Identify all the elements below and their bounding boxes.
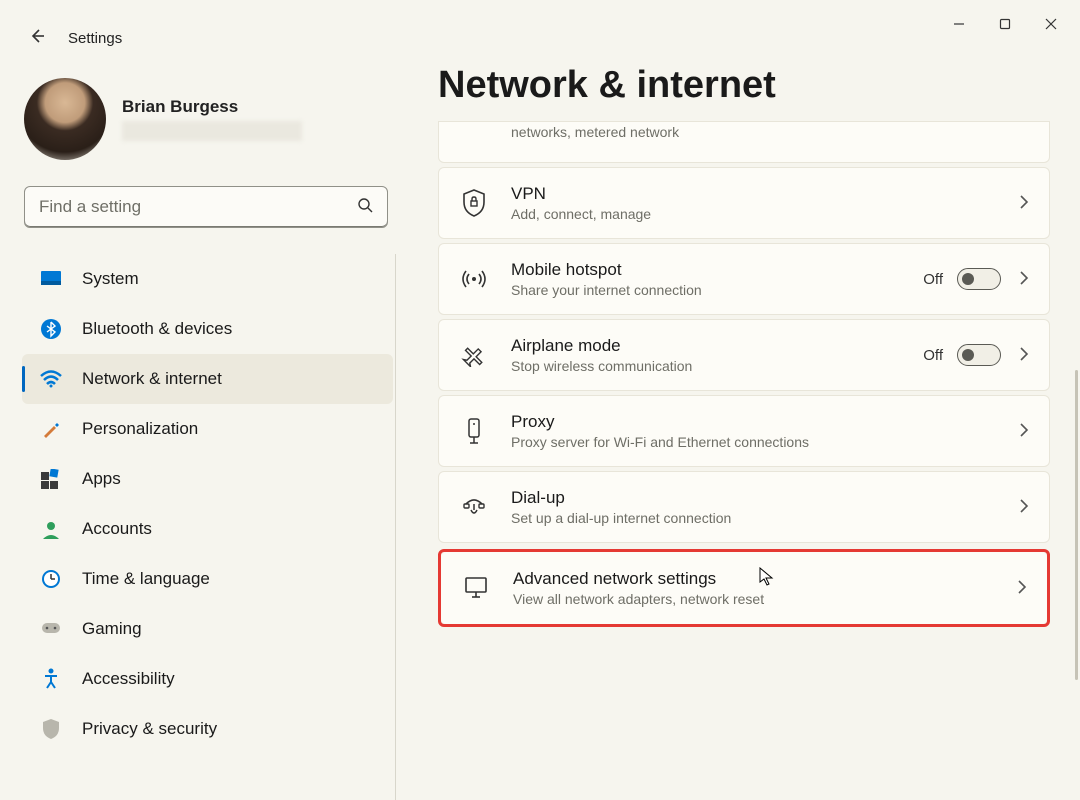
- card-sub: Add, connect, manage: [511, 206, 993, 222]
- chevron-right-icon: [1015, 347, 1029, 364]
- toggle-state: Off: [923, 271, 943, 288]
- chevron-right-icon: [1015, 271, 1029, 288]
- profile-email-redacted: [122, 121, 302, 141]
- sidebar-item-label: Accessibility: [82, 669, 175, 689]
- airplane-toggle[interactable]: [957, 344, 1001, 366]
- maximize-button[interactable]: [982, 8, 1028, 40]
- chevron-right-icon: [1015, 499, 1029, 516]
- card-sub: View all network adapters, network reset: [513, 591, 991, 607]
- setting-card-airplane[interactable]: Airplane mode Stop wireless communicatio…: [438, 319, 1050, 391]
- card-sub: Set up a dial-up internet connection: [511, 510, 993, 526]
- accessibility-icon: [40, 668, 62, 690]
- sidebar-item-bluetooth[interactable]: Bluetooth & devices: [22, 304, 393, 354]
- search-box[interactable]: [24, 186, 388, 228]
- apps-icon: [40, 468, 62, 490]
- hotspot-icon: [459, 268, 489, 290]
- page-title: Network & internet: [438, 64, 1050, 107]
- sidebar-item-label: Network & internet: [82, 369, 222, 389]
- sidebar-item-gaming[interactable]: Gaming: [22, 604, 393, 654]
- card-title: VPN: [511, 184, 993, 204]
- avatar: [24, 78, 106, 160]
- sidebar-item-label: Time & language: [82, 569, 210, 589]
- sidebar-nav: System Bluetooth & devices Network & int…: [22, 254, 396, 800]
- sidebar-item-apps[interactable]: Apps: [22, 454, 393, 504]
- card-sub: Stop wireless communication: [511, 358, 901, 374]
- profile-name: Brian Burgess: [122, 97, 302, 117]
- setting-card-partial[interactable]: networks, metered network: [438, 121, 1050, 163]
- vpn-icon: [459, 189, 489, 217]
- sidebar-item-system[interactable]: System: [22, 254, 393, 304]
- card-sub: networks, metered network: [511, 124, 1029, 140]
- sidebar-item-label: Apps: [82, 469, 121, 489]
- setting-card-proxy[interactable]: Proxy Proxy server for Wi-Fi and Etherne…: [438, 395, 1050, 467]
- card-sub: Proxy server for Wi-Fi and Ethernet conn…: [511, 434, 993, 450]
- search-input[interactable]: [39, 197, 357, 217]
- minimize-button[interactable]: [936, 8, 982, 40]
- hotspot-toggle[interactable]: [957, 268, 1001, 290]
- card-sub: Share your internet connection: [511, 282, 901, 298]
- wifi-icon: [40, 368, 62, 390]
- sidebar-item-accessibility[interactable]: Accessibility: [22, 654, 393, 704]
- sidebar-item-label: Privacy & security: [82, 719, 217, 739]
- sidebar-item-personalization[interactable]: Personalization: [22, 404, 393, 454]
- gaming-icon: [40, 618, 62, 640]
- privacy-icon: [40, 718, 62, 740]
- proxy-icon: [459, 417, 489, 445]
- sidebar-item-label: Bluetooth & devices: [82, 319, 232, 339]
- sidebar-item-privacy[interactable]: Privacy & security: [22, 704, 393, 754]
- toggle-state: Off: [923, 347, 943, 364]
- sidebar-item-label: Gaming: [82, 619, 142, 639]
- highlighted-setting: Advanced network settings View all netwo…: [438, 549, 1050, 627]
- close-button[interactable]: [1028, 8, 1074, 40]
- card-title: Airplane mode: [511, 336, 901, 356]
- back-button[interactable]: [28, 27, 46, 50]
- card-title: Advanced network settings: [513, 569, 991, 589]
- personalization-icon: [40, 418, 62, 440]
- card-title: Proxy: [511, 412, 993, 432]
- sidebar-item-network[interactable]: Network & internet: [22, 354, 393, 404]
- sidebar-item-accounts[interactable]: Accounts: [22, 504, 393, 554]
- bluetooth-icon: [40, 318, 62, 340]
- setting-card-hotspot[interactable]: Mobile hotspot Share your internet conne…: [438, 243, 1050, 315]
- time-icon: [40, 568, 62, 590]
- card-title: Dial-up: [511, 488, 993, 508]
- profile-block[interactable]: Brian Burgess: [22, 78, 396, 160]
- search-icon: [357, 197, 373, 217]
- setting-card-vpn[interactable]: VPN Add, connect, manage: [438, 167, 1050, 239]
- advanced-network-icon: [461, 576, 491, 600]
- airplane-icon: [459, 343, 489, 367]
- system-icon: [40, 268, 62, 290]
- dialup-icon: [459, 496, 489, 518]
- sidebar-item-label: System: [82, 269, 139, 289]
- chevron-right-icon: [1015, 195, 1029, 212]
- sidebar-item-time[interactable]: Time & language: [22, 554, 393, 604]
- scrollbar[interactable]: [1075, 370, 1078, 680]
- sidebar-item-label: Personalization: [82, 419, 198, 439]
- setting-card-advanced[interactable]: Advanced network settings View all netwo…: [441, 552, 1047, 624]
- setting-card-dialup[interactable]: Dial-up Set up a dial-up internet connec…: [438, 471, 1050, 543]
- chevron-right-icon: [1015, 423, 1029, 440]
- accounts-icon: [40, 518, 62, 540]
- app-title: Settings: [68, 30, 122, 47]
- card-title: Mobile hotspot: [511, 260, 901, 280]
- sidebar-item-label: Accounts: [82, 519, 152, 539]
- chevron-right-icon: [1013, 580, 1027, 597]
